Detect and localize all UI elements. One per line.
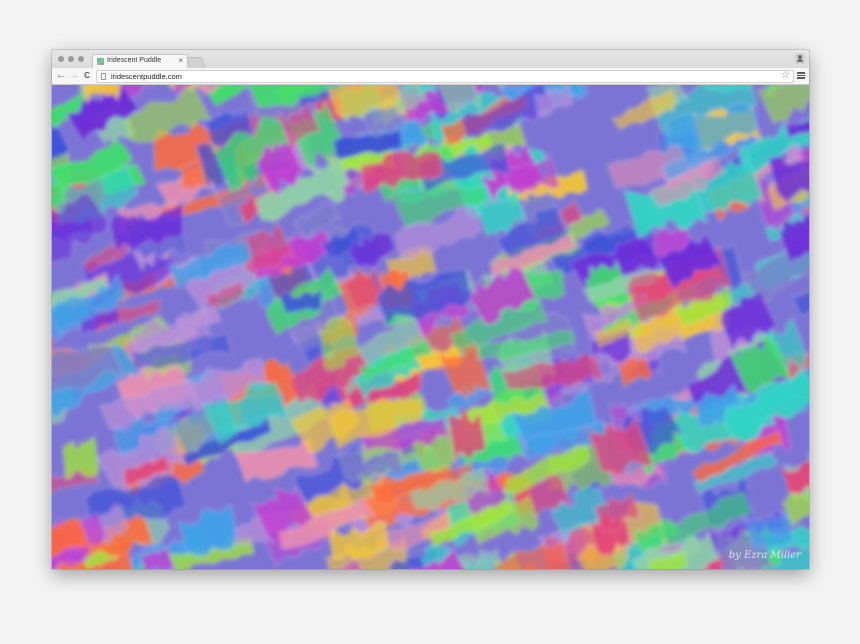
artist-signature: by Ezra Miller	[728, 550, 801, 561]
browser-toolbar: ← → C iridescentpuddle.com ☆	[52, 68, 809, 85]
back-button[interactable]: ←	[55, 69, 67, 82]
url-text[interactable]: iridescentpuddle.com	[111, 71, 182, 82]
minimize-window-icon[interactable]	[68, 56, 74, 62]
tab-title: Iridescent Puddle	[107, 57, 162, 64]
hamburger-menu-icon[interactable]	[797, 72, 805, 79]
tab-iridescent-puddle[interactable]: Iridescent Puddle ×	[92, 54, 188, 69]
profile-icon[interactable]	[795, 53, 805, 64]
new-tab-button[interactable]	[185, 57, 207, 68]
iridescent-artwork	[52, 85, 809, 569]
favicon-icon	[97, 58, 104, 65]
bookmark-star-icon[interactable]: ☆	[781, 70, 790, 82]
tab-strip: Iridescent Puddle ×	[52, 50, 809, 69]
address-bar[interactable]: iridescentpuddle.com ☆	[96, 70, 794, 83]
zoom-window-icon[interactable]	[78, 56, 84, 62]
browser-window: Iridescent Puddle × ← → C iridescentpudd…	[52, 50, 809, 569]
reload-button[interactable]: C	[81, 69, 93, 82]
forward-button[interactable]: →	[68, 69, 80, 82]
page-icon	[101, 73, 106, 80]
close-window-icon[interactable]	[58, 56, 64, 62]
page-viewport: by Ezra Miller	[52, 85, 809, 569]
tab-close-icon[interactable]: ×	[178, 56, 183, 66]
